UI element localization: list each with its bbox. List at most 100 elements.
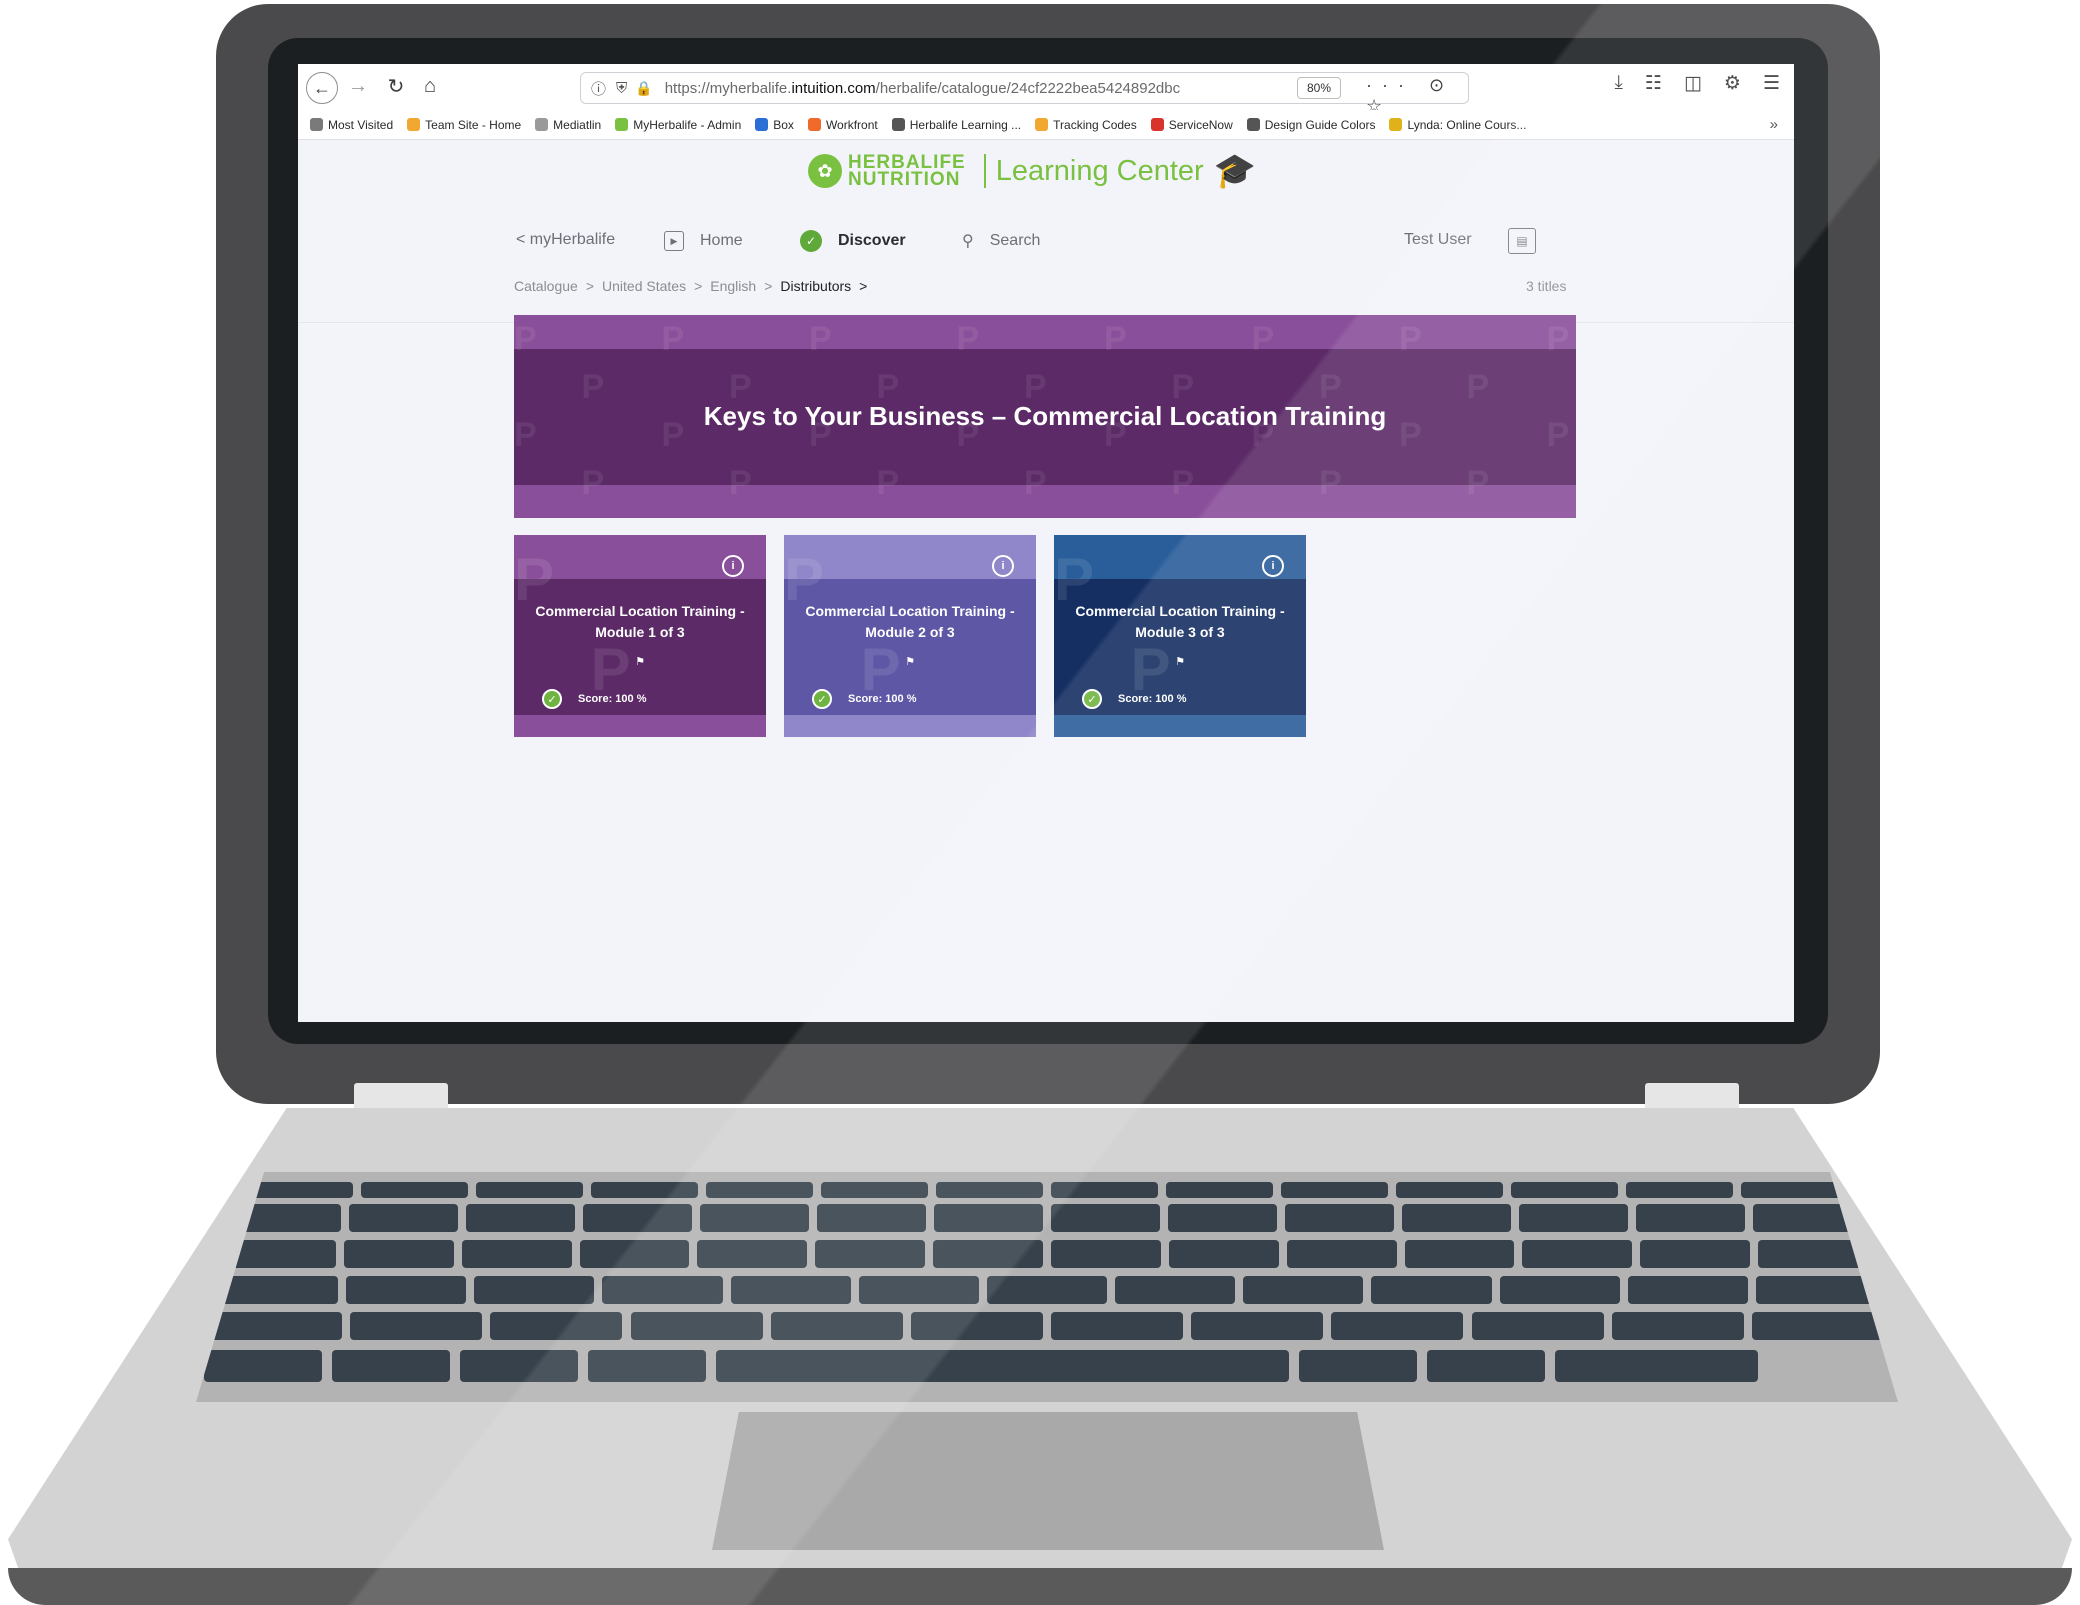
back-icon[interactable]: ← <box>306 72 338 104</box>
graduation-cap-icon: 🎓 <box>1213 152 1257 190</box>
keyboard-key <box>910 1312 1043 1340</box>
breadcrumb-item[interactable]: Distributors <box>780 278 851 294</box>
nav-discover[interactable]: ✓ Discover <box>800 230 906 252</box>
bookmark-label: Herbalife Learning ... <box>909 117 1022 132</box>
info-icon[interactable]: i <box>1262 555 1284 577</box>
score-label: Score: 100 % <box>578 693 647 705</box>
bookmark-item[interactable]: Design Guide Colors <box>1246 118 1375 132</box>
nav-home[interactable]: ▶ Home <box>664 231 743 251</box>
keyboard-key <box>1051 1240 1161 1268</box>
keyboard-key <box>821 1182 928 1198</box>
keyboard-key <box>706 1182 813 1198</box>
flag-icon: ⚑ <box>635 656 645 668</box>
keyboard-key <box>466 1204 575 1232</box>
user-profile-icon[interactable]: ▤ <box>1508 228 1536 254</box>
sidebar-icon[interactable]: ◫ <box>1684 72 1702 95</box>
keyboard-key <box>1404 1240 1515 1268</box>
trackpad <box>712 1412 1384 1550</box>
keyboard-key <box>1115 1276 1236 1304</box>
downloads-icon[interactable]: ⤓ <box>1615 72 1623 95</box>
bookmarks-overflow-icon[interactable]: » <box>1770 116 1778 133</box>
bookmark-favicon-icon <box>615 118 629 131</box>
info-icon[interactable]: ⓘ <box>591 78 606 99</box>
keyboard-key <box>218 1276 339 1304</box>
bookmark-item[interactable]: Tracking Codes <box>1035 118 1137 132</box>
collection-banner: P P P P P P P P P P P P P P P P P P P P … <box>514 315 1576 518</box>
bookmark-item[interactable]: Most Visited <box>310 118 393 132</box>
shield-icon[interactable]: ⛨ <box>616 80 627 97</box>
card-title-line-1: Commercial Location Training - <box>805 603 1015 619</box>
keyboard-key <box>1168 1240 1279 1268</box>
flag-icon: ⚑ <box>905 656 915 668</box>
card-title-line-1: Commercial Location Training - <box>1075 603 1285 619</box>
nav-back-myherbalife[interactable]: < myHerbalife <box>516 231 615 249</box>
zoom-badge[interactable]: 80% <box>1297 77 1341 99</box>
card-title: Commercial Location Training - Module 3 o… <box>1062 601 1298 643</box>
home-icon[interactable]: ⌂ <box>416 72 444 100</box>
keyboard-key <box>1755 1276 1876 1304</box>
url-text[interactable]: https://myherbalife.intuition.com/herbal… <box>665 80 1255 97</box>
bookmark-favicon-icon <box>807 118 821 131</box>
bookmark-item[interactable]: Workfront <box>807 118 878 132</box>
keyboard-key <box>349 1204 458 1232</box>
extension-icon[interactable]: ⚙ <box>1724 72 1741 95</box>
info-icon[interactable]: i <box>992 555 1014 577</box>
reload-icon[interactable]: ↻ <box>382 72 410 100</box>
bookmark-item[interactable]: ServiceNow <box>1150 117 1233 132</box>
course-card[interactable]: P P P PiCommercial Location Training -Mo… <box>514 535 766 737</box>
keyboard-key <box>588 1350 707 1382</box>
keyboard-key <box>1427 1350 1546 1382</box>
bookmark-item[interactable]: Lynda: Online Cours... <box>1389 118 1526 132</box>
herbalife-leaf-icon: ✿ <box>808 154 842 188</box>
info-icon[interactable]: i <box>722 555 744 577</box>
bookmark-label: Most Visited <box>328 117 394 132</box>
bookmark-label: Tracking Codes <box>1053 117 1137 132</box>
breadcrumb: Catalogue > United States > English > Distribu… <box>514 278 875 294</box>
keyboard-key <box>1168 1204 1277 1232</box>
keyboard-key <box>697 1240 808 1268</box>
breadcrumb-item[interactable]: Catalogue <box>514 278 578 294</box>
learning-center-logo[interactable]: ✿ HERBALIFE NUTRITION Learning Center 🎓 <box>808 151 1256 191</box>
card-score: ✓ Score: 100 % <box>812 689 916 709</box>
bookmark-item[interactable]: Mediatlin <box>535 118 601 132</box>
forward-icon[interactable]: → <box>344 72 372 100</box>
bookmark-label: ServiceNow <box>1168 117 1233 132</box>
card-title-line-2: Module 2 of 3 <box>865 624 955 640</box>
bookmark-label: Mediatlin <box>553 117 602 132</box>
breadcrumb-item[interactable]: United States <box>602 278 686 294</box>
keyboard-key <box>1471 1312 1604 1340</box>
keyboard-key <box>1519 1204 1628 1232</box>
keyboard-key <box>476 1182 583 1198</box>
breadcrumb-item[interactable]: English <box>710 278 756 294</box>
url-prefix: https://myherbalife. <box>664 79 792 97</box>
card-score: ✓ Score: 100 % <box>542 689 646 709</box>
keyboard-key <box>346 1276 467 1304</box>
brand-name: HERBALIFE NUTRITION <box>848 153 966 189</box>
bookmark-item[interactable]: Team Site - Home <box>407 118 521 132</box>
bookmark-item[interactable]: Box <box>755 118 794 132</box>
keyboard-key <box>815 1240 926 1268</box>
keyboard-key <box>204 1350 323 1382</box>
url-bar[interactable]: ⓘ ⛨ 🔒 https://myherbalife.intuition.com/… <box>580 72 1469 116</box>
bookmark-favicon-icon <box>1246 118 1260 131</box>
bookmark-item[interactable]: MyHerbalife - Admin <box>615 118 741 132</box>
bookmark-label: Lynda: Online Cours... <box>1407 117 1527 132</box>
keyboard-key <box>1640 1240 1751 1268</box>
bookmark-item[interactable]: Herbalife Learning ... <box>891 117 1022 132</box>
completed-check-icon: ✓ <box>812 689 832 709</box>
lock-icon: 🔒 <box>635 79 653 96</box>
course-card[interactable]: P P P PiCommercial Location Training -Mo… <box>1054 535 1306 737</box>
nav-discover-label: Discover <box>838 232 906 249</box>
course-card[interactable]: P P P PiCommercial Location Training -Mo… <box>784 535 1036 737</box>
nav-search[interactable]: ⚲ Search <box>962 231 1040 251</box>
breadcrumb-separator: > <box>585 278 595 294</box>
keyboard-key <box>490 1312 623 1340</box>
bookmark-label: Team Site - Home <box>425 117 522 132</box>
menu-icon[interactable]: ☰ <box>1763 72 1780 95</box>
keyboard-key <box>602 1276 723 1304</box>
card-title: Commercial Location Training - Module 1 o… <box>522 601 758 643</box>
keyboard-key <box>1627 1276 1748 1304</box>
library-icon[interactable]: ☷ <box>1645 72 1662 95</box>
card-title-line-2: Module 3 of 3 <box>1135 624 1225 640</box>
user-name[interactable]: Test User <box>1404 231 1472 249</box>
